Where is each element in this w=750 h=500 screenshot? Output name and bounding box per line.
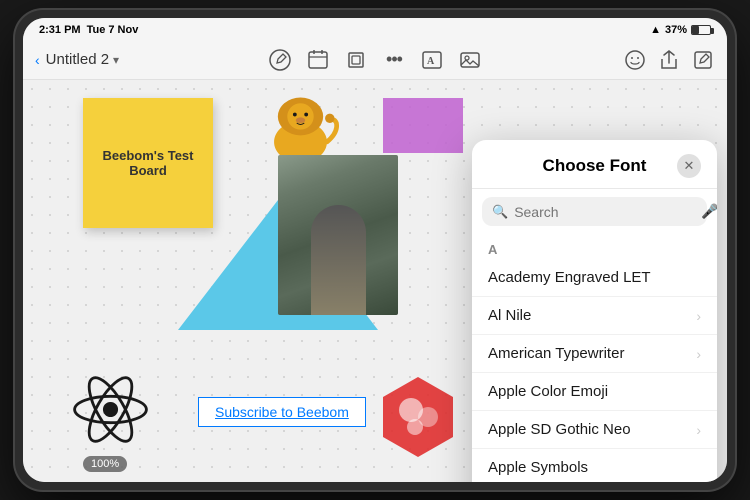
sticky-note-text: Beebom's Test Board [93, 148, 203, 178]
dropdown-arrow-icon: ▾ [113, 53, 119, 67]
subscribe-text: Subscribe to Beebom [215, 404, 349, 420]
font-item-apple-emoji[interactable]: Apple Color Emoji [472, 373, 717, 411]
font-panel-close-button[interactable]: ✕ [677, 154, 701, 178]
search-input[interactable] [514, 204, 695, 220]
device-frame: 2:31 PM Tue 7 Nov ▲ 37% ‹ Untitled 2 ▾ [15, 10, 735, 490]
font-section-a-header: A [472, 234, 717, 259]
date-display: Tue 7 Nov [87, 24, 139, 36]
font-name-apple-symbols: Apple Symbols [488, 459, 588, 476]
zoom-badge: 100% [83, 456, 127, 472]
canvas: Beebom's Test Board [23, 80, 727, 482]
subscribe-button[interactable]: Subscribe to Beebom [198, 397, 366, 427]
mic-icon[interactable]: 🎤 [701, 203, 717, 220]
toolbar-text-icon[interactable]: A [420, 48, 444, 72]
zoom-level: 100% [91, 458, 119, 470]
atom-icon [68, 367, 153, 452]
font-name-academy: Academy Engraved LET [488, 269, 651, 286]
font-name-apple-gothic: Apple SD Gothic Neo [488, 421, 631, 438]
font-name-apple-emoji: Apple Color Emoji [488, 383, 608, 400]
font-item-alnile[interactable]: Al Nile › [472, 297, 717, 335]
toolbar-emoji-icon[interactable] [623, 48, 647, 72]
font-list: A Academy Engraved LET Al Nile › America… [472, 234, 717, 482]
wifi-icon: ▲ [650, 24, 661, 36]
font-item-apple-symbols[interactable]: Apple Symbols [472, 449, 717, 482]
back-button[interactable]: ‹ [35, 52, 40, 68]
font-name-american: American Typewriter [488, 345, 624, 362]
battery-percent: 37% [665, 24, 687, 36]
photo-card [278, 155, 398, 315]
font-item-academy[interactable]: Academy Engraved LET [472, 259, 717, 297]
search-bar: 🔍 🎤 [482, 197, 707, 226]
font-arrow-apple-gothic: › [696, 422, 701, 438]
toolbar-layers-icon[interactable] [344, 48, 368, 72]
svg-text:A: A [427, 56, 435, 67]
status-bar: 2:31 PM Tue 7 Nov ▲ 37% [23, 18, 727, 40]
screen: 2:31 PM Tue 7 Nov ▲ 37% ‹ Untitled 2 ▾ [23, 18, 727, 482]
battery-icon [691, 25, 711, 35]
font-panel-header: Choose Font ✕ [472, 140, 717, 189]
font-arrow-alnile: › [696, 308, 701, 324]
hexagon-shape [373, 372, 463, 462]
font-item-american[interactable]: American Typewriter › [472, 335, 717, 373]
font-arrow-american: › [696, 346, 701, 362]
font-name-alnile: Al Nile [488, 307, 531, 324]
toolbar-edit-icon[interactable] [691, 48, 715, 72]
toolbar-calendar-icon[interactable] [306, 48, 330, 72]
search-icon: 🔍 [492, 204, 508, 220]
font-panel: Choose Font ✕ 🔍 🎤 A Academy Engraved LET… [472, 140, 717, 482]
doc-title[interactable]: Untitled 2 ▾ [46, 51, 119, 68]
font-item-apple-gothic[interactable]: Apple SD Gothic Neo › [472, 411, 717, 449]
font-panel-title: Choose Font [512, 156, 677, 176]
toolbar-pencil-icon[interactable] [268, 48, 292, 72]
toolbar-image-icon[interactable] [458, 48, 482, 72]
purple-rectangle [383, 98, 463, 153]
toolbar: ‹ Untitled 2 ▾ [23, 40, 727, 80]
toolbar-share-icon[interactable] [657, 48, 681, 72]
toolbar-more-icon[interactable]: ••• [382, 48, 406, 72]
time-display: 2:31 PM [39, 24, 81, 36]
